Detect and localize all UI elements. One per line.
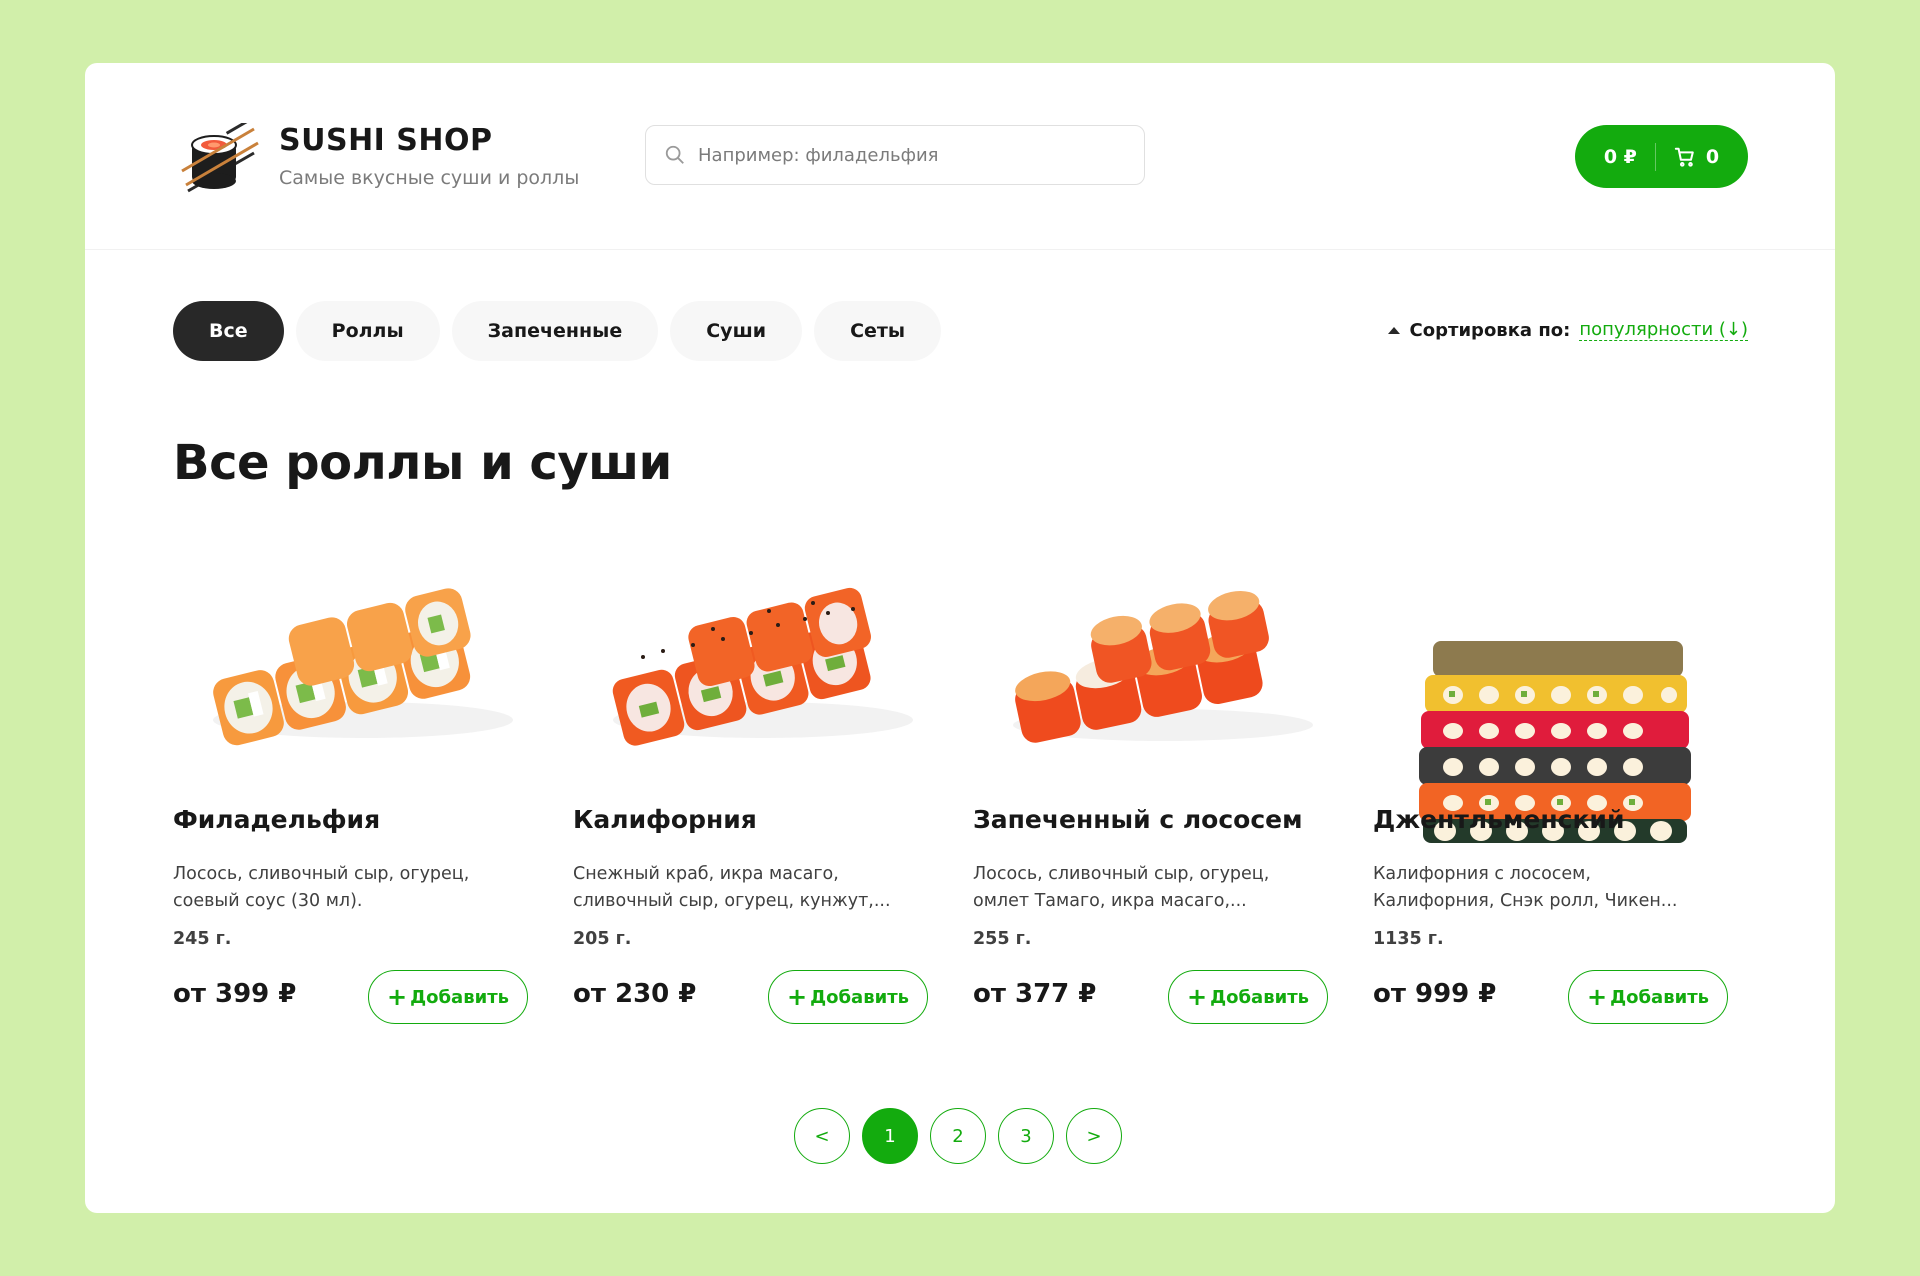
product-name[interactable]: Филадельфия <box>173 805 380 834</box>
product-description: Лосось, сливочный сыр, огурец, соевый со… <box>173 864 470 911</box>
tab-sushi[interactable]: Суши <box>670 301 803 361</box>
plus-icon: + <box>1186 983 1208 1011</box>
product-description: Снежный краб, икра масаго, сливочный сыр… <box>573 864 891 911</box>
cart-divider <box>1654 142 1656 171</box>
page-container: SUSHI SHOP Самые вкусные суши и роллы 0 … <box>85 63 1835 1213</box>
product-weight: 1135 г. <box>1373 929 1444 949</box>
page-button-2[interactable]: 2 <box>930 1108 986 1164</box>
search-input[interactable] <box>698 144 1118 166</box>
tab-all[interactable]: Все <box>173 301 284 361</box>
baked-salmon-roll-image[interactable] <box>973 565 1343 845</box>
product-name[interactable]: Запеченный с лососем <box>973 805 1303 834</box>
add-to-cart-button[interactable]: + Добавить <box>768 970 928 1024</box>
tab-sets[interactable]: Сеты <box>814 301 942 361</box>
product-weight: 205 г. <box>573 929 632 949</box>
product-price: от 399 ₽ <box>173 979 297 1009</box>
gentleman-set-image[interactable] <box>1373 565 1743 845</box>
plus-icon: + <box>786 983 808 1011</box>
product-price: от 377 ₽ <box>973 979 1097 1009</box>
product-description: Лосось, сливочный сыр, огурец, омлет Там… <box>973 864 1270 911</box>
product-weight: 255 г. <box>973 929 1032 949</box>
search-icon <box>665 145 684 164</box>
product-price: от 230 ₽ <box>573 979 697 1009</box>
california-roll-image[interactable] <box>573 565 943 845</box>
add-to-cart-button[interactable]: + Добавить <box>368 970 528 1024</box>
tab-rolls[interactable]: Роллы <box>295 301 440 361</box>
cart-icon <box>1674 147 1694 167</box>
product-name[interactable]: Джентльменский <box>1373 805 1624 834</box>
add-to-cart-button[interactable]: + Добавить <box>1568 970 1728 1024</box>
product-description: Калифорния с лососем, Калифорния, Снэк р… <box>1373 864 1678 911</box>
pagination: < 1 2 3 > <box>794 1108 1122 1164</box>
sort-direction-icon[interactable] <box>1387 326 1400 334</box>
add-to-cart-button[interactable]: + Добавить <box>1168 970 1328 1024</box>
sort-control: Сортировка по: популярности (↓) <box>1387 319 1748 341</box>
sort-dropdown[interactable]: популярности (↓) <box>1579 319 1748 341</box>
product-price: от 999 ₽ <box>1373 979 1497 1009</box>
prev-page-button[interactable]: < <box>794 1108 850 1164</box>
page-button-3[interactable]: 3 <box>998 1108 1054 1164</box>
product-name[interactable]: Калифорния <box>573 805 757 834</box>
sort-label: Сортировка по: <box>1409 319 1571 341</box>
header: SUSHI SHOP Самые вкусные суши и роллы 0 … <box>85 63 1835 250</box>
tab-baked[interactable]: Запеченные <box>451 301 659 361</box>
page-title: Все роллы и суши <box>173 435 672 491</box>
plus-icon: + <box>1586 983 1608 1011</box>
plus-icon: + <box>386 983 408 1011</box>
philadelphia-roll-image[interactable] <box>173 565 543 845</box>
page-button-1[interactable]: 1 <box>862 1108 918 1164</box>
add-button-label: Добавить <box>1210 986 1310 1008</box>
category-tabs: Все Роллы Запеченные Суши Сеты <box>173 301 942 361</box>
product-weight: 245 г. <box>173 929 232 949</box>
search-box[interactable] <box>645 125 1145 185</box>
cart-button[interactable]: 0 ₽ 0 <box>1575 125 1748 188</box>
sushi-logo-icon[interactable] <box>178 123 260 195</box>
add-button-label: Добавить <box>810 986 910 1008</box>
cart-count: 0 <box>1705 145 1720 168</box>
add-button-label: Добавить <box>1610 986 1710 1008</box>
add-button-label: Добавить <box>410 986 510 1008</box>
cart-total: 0 ₽ <box>1603 145 1637 168</box>
next-page-button[interactable]: > <box>1066 1108 1122 1164</box>
brand-title[interactable]: SUSHI SHOP <box>279 123 493 158</box>
brand-subtitle: Самые вкусные суши и роллы <box>279 167 580 189</box>
